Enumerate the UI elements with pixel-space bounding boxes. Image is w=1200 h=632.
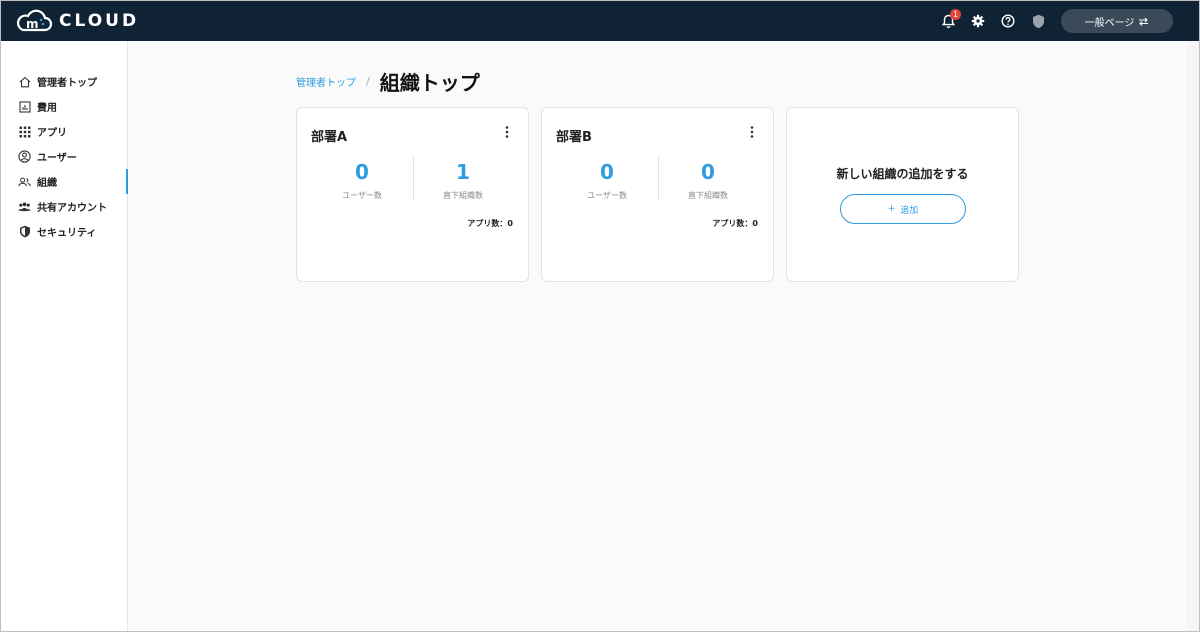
switch-arrows-icon (1139, 17, 1149, 26)
sub-org-count-label: 直下組織数 (443, 191, 483, 200)
chart-icon (18, 100, 31, 113)
kebab-menu-icon (505, 126, 509, 138)
general-page-button[interactable]: 一般ページ (1061, 9, 1173, 33)
page-scrollbar[interactable] (1187, 41, 1199, 631)
breadcrumb-admin-top-link[interactable]: 管理者トップ (296, 74, 356, 89)
sidebar-item-label: ユーザー (37, 153, 77, 164)
notification-badge: 1 (950, 9, 961, 20)
general-page-label: 一般ページ (1084, 17, 1135, 29)
sidebar-item-label: 管理者トップ (37, 78, 97, 89)
settings-button[interactable] (963, 6, 993, 36)
user-count-label: ユーザー数 (342, 191, 382, 200)
logo[interactable]: m CLOUD (15, 9, 139, 33)
org-card[interactable]: 部署B 0 ユーザー数 0 直下組織数 アプリ数：0 (541, 107, 774, 282)
user-count-stat: 0 ユーザー数 (312, 160, 412, 201)
app-count: アプリ数：0 (467, 219, 513, 228)
sidebar-item-admin-top[interactable]: 管理者トップ (1, 69, 127, 94)
cloud-logo-icon: m (16, 9, 53, 32)
org-card-name: 部署B (556, 130, 592, 145)
sidebar-item-label: 共有アカウント (37, 203, 107, 214)
add-org-button[interactable]: + 追加 (840, 194, 966, 224)
shield-icon (1032, 14, 1044, 28)
breadcrumb: 管理者トップ / 組織トップ (296, 67, 480, 96)
kebab-menu-icon (750, 126, 754, 138)
top-header: m CLOUD 1 一般ページ (1, 1, 1199, 41)
more-options-button[interactable] (747, 126, 757, 140)
sub-org-count-value: 0 (701, 160, 715, 184)
sidebar-item-security[interactable]: セキュリティ (1, 219, 127, 244)
org-card[interactable]: 部署A 0 ユーザー数 1 直下組織数 アプリ数：0 (296, 107, 529, 282)
sidebar-item-apps[interactable]: アプリ (1, 119, 127, 144)
user-count-stat: 0 ユーザー数 (557, 160, 657, 201)
svg-text:m: m (26, 17, 39, 31)
org-card-name: 部署A (311, 130, 348, 145)
sidebar-item-users[interactable]: ユーザー (1, 144, 127, 169)
help-button[interactable] (993, 6, 1023, 36)
page-title: 組織トップ (379, 71, 480, 95)
notification-button[interactable]: 1 (933, 6, 963, 36)
sub-org-count-label: 直下組織数 (688, 191, 728, 200)
sidebar-item-costs[interactable]: 費用 (1, 94, 127, 119)
sidebar-item-label: アプリ (37, 128, 67, 139)
sub-org-count-value: 1 (456, 160, 470, 184)
sub-org-count-stat: 0 直下組織数 (658, 160, 758, 201)
add-button-label: 追加 (900, 205, 919, 216)
shield-icon (18, 225, 31, 238)
home-icon (18, 75, 31, 88)
sidebar-item-label: 組織 (37, 178, 57, 189)
shared-account-icon (18, 200, 31, 213)
help-icon (1001, 14, 1015, 28)
sidebar-item-organizations[interactable]: 組織 (1, 169, 128, 194)
group-icon (18, 175, 31, 188)
more-options-button[interactable] (502, 126, 512, 140)
sub-org-count-stat: 1 直下組織数 (413, 160, 513, 201)
sidebar-nav: 管理者トップ 費用 アプリ ユーザー 組織 共有アカウント セキュリティ (1, 69, 128, 244)
user-count-value: 0 (600, 160, 614, 184)
grid-icon (18, 125, 31, 138)
security-status-button[interactable] (1023, 6, 1053, 36)
sidebar-item-shared-accounts[interactable]: 共有アカウント (1, 194, 127, 219)
user-count-value: 0 (355, 160, 369, 184)
add-org-title: 新しい組織の追加をする (836, 167, 969, 181)
sidebar-item-label: セキュリティ (37, 228, 97, 239)
sidebar-item-label: 費用 (37, 103, 57, 114)
sidebar: 管理者トップ 費用 アプリ ユーザー 組織 共有アカウント セキュリティ (1, 41, 128, 631)
plus-icon: + (887, 204, 896, 214)
user-circle-icon (18, 150, 31, 163)
gear-icon (971, 14, 985, 28)
add-org-card: 新しい組織の追加をする + 追加 (786, 107, 1019, 282)
user-count-label: ユーザー数 (587, 191, 627, 200)
app-count: アプリ数：0 (712, 219, 758, 228)
breadcrumb-separator: / (366, 75, 370, 88)
logo-text: CLOUD (59, 11, 140, 31)
